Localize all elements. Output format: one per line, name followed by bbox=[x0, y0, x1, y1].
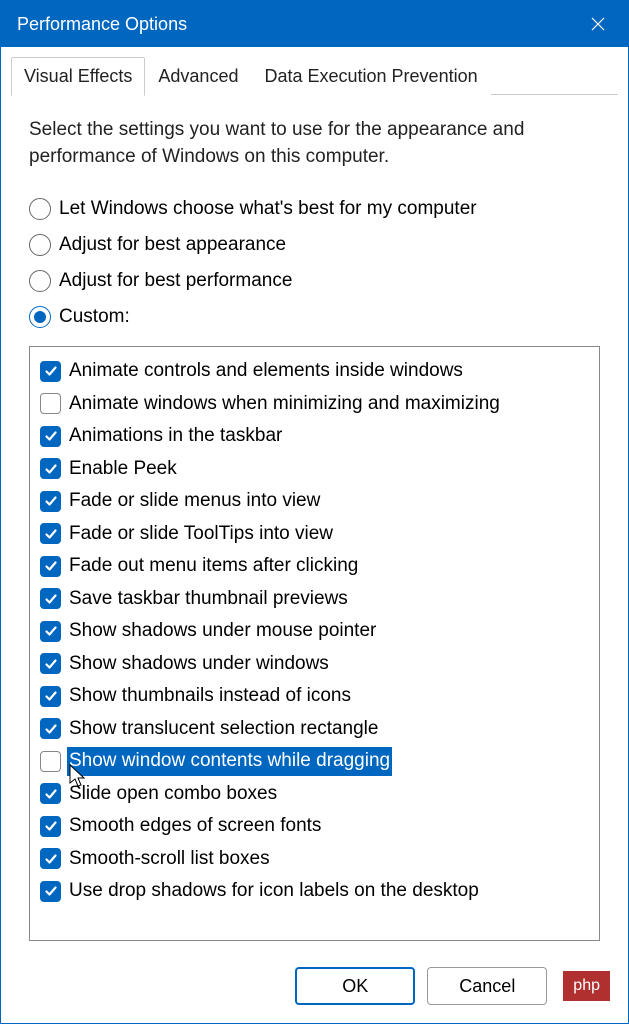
ok-button[interactable]: OK bbox=[295, 967, 415, 1005]
performance-options-window: Performance Options Visual EffectsAdvanc… bbox=[0, 0, 629, 1024]
checkbox-icon bbox=[40, 816, 61, 837]
checkbox-icon bbox=[40, 523, 61, 544]
checkbox-item[interactable]: Animate windows when minimizing and maxi… bbox=[40, 388, 589, 421]
checkbox-label: Animate controls and elements inside win… bbox=[67, 357, 465, 386]
checkbox-icon bbox=[40, 653, 61, 674]
cancel-button[interactable]: Cancel bbox=[427, 967, 547, 1005]
checkbox-icon bbox=[40, 458, 61, 479]
close-button[interactable] bbox=[568, 1, 628, 47]
checkbox-item[interactable]: Smooth-scroll list boxes bbox=[40, 843, 589, 876]
titlebar: Performance Options bbox=[1, 1, 628, 47]
radio-icon bbox=[29, 234, 51, 256]
checkbox-icon bbox=[40, 361, 61, 382]
checkbox-item[interactable]: Show translucent selection rectangle bbox=[40, 713, 589, 746]
radio-icon bbox=[29, 306, 51, 328]
checkbox-label: Show window contents while dragging bbox=[67, 747, 392, 776]
description-text: Select the settings you want to use for … bbox=[29, 117, 600, 170]
checkbox-label: Animate windows when minimizing and maxi… bbox=[67, 390, 502, 419]
checkbox-item[interactable]: Fade or slide ToolTips into view bbox=[40, 518, 589, 551]
checkbox-label: Use drop shadows for icon labels on the … bbox=[67, 877, 481, 906]
radio-icon bbox=[29, 198, 51, 220]
checkbox-icon bbox=[40, 426, 61, 447]
checkbox-item[interactable]: Slide open combo boxes bbox=[40, 778, 589, 811]
radio-option[interactable]: Adjust for best appearance bbox=[29, 234, 600, 256]
checkbox-label: Show translucent selection rectangle bbox=[67, 715, 380, 744]
checkbox-item[interactable]: Enable Peek bbox=[40, 453, 589, 486]
radio-option[interactable]: Adjust for best performance bbox=[29, 270, 600, 292]
checkbox-item[interactable]: Animations in the taskbar bbox=[40, 420, 589, 453]
radio-label: Custom: bbox=[59, 306, 130, 328]
checkbox-label: Fade or slide ToolTips into view bbox=[67, 520, 335, 549]
checkbox-item[interactable]: Use drop shadows for icon labels on the … bbox=[40, 875, 589, 908]
checkbox-item[interactable]: Show shadows under windows bbox=[40, 648, 589, 681]
radio-group: Let Windows choose what's best for my co… bbox=[29, 198, 600, 328]
checkbox-label: Show shadows under mouse pointer bbox=[67, 617, 378, 646]
checkbox-icon bbox=[40, 686, 61, 707]
checkbox-label: Show shadows under windows bbox=[67, 650, 331, 679]
checkbox-item[interactable]: Fade out menu items after clicking bbox=[40, 550, 589, 583]
checkbox-label: Smooth edges of screen fonts bbox=[67, 812, 323, 841]
checkbox-item[interactable]: Show shadows under mouse pointer bbox=[40, 615, 589, 648]
close-icon bbox=[590, 16, 606, 32]
checkbox-label: Fade or slide menus into view bbox=[67, 487, 322, 516]
checkbox-label: Animations in the taskbar bbox=[67, 422, 284, 451]
checkbox-item[interactable]: Show thumbnails instead of icons bbox=[40, 680, 589, 713]
checkbox-icon bbox=[40, 588, 61, 609]
checkbox-item[interactable]: Save taskbar thumbnail previews bbox=[40, 583, 589, 616]
window-title: Performance Options bbox=[17, 14, 187, 35]
checkbox-item[interactable]: Animate controls and elements inside win… bbox=[40, 355, 589, 388]
radio-option[interactable]: Custom: bbox=[29, 306, 600, 328]
radio-label: Adjust for best performance bbox=[59, 270, 292, 292]
tab-data-execution-prevention[interactable]: Data Execution Prevention bbox=[251, 57, 490, 95]
dialog-buttons: OK Cancel php bbox=[1, 951, 628, 1023]
checkbox-icon bbox=[40, 751, 61, 772]
checkbox-item[interactable]: Fade or slide menus into view bbox=[40, 485, 589, 518]
checkbox-label: Show thumbnails instead of icons bbox=[67, 682, 353, 711]
watermark-badge: php bbox=[563, 971, 610, 1001]
tab-content: Select the settings you want to use for … bbox=[1, 95, 628, 951]
checkbox-item[interactable]: Smooth edges of screen fonts bbox=[40, 810, 589, 843]
checkbox-icon bbox=[40, 491, 61, 512]
checkbox-icon bbox=[40, 881, 61, 902]
radio-icon bbox=[29, 270, 51, 292]
radio-option[interactable]: Let Windows choose what's best for my co… bbox=[29, 198, 600, 220]
checkbox-icon bbox=[40, 848, 61, 869]
checkbox-label: Smooth-scroll list boxes bbox=[67, 845, 272, 874]
checkbox-icon bbox=[40, 783, 61, 804]
checkbox-item[interactable]: Show window contents while dragging bbox=[40, 745, 589, 778]
checkbox-icon bbox=[40, 393, 61, 414]
tab-strip: Visual EffectsAdvancedData Execution Pre… bbox=[1, 47, 628, 95]
radio-label: Let Windows choose what's best for my co… bbox=[59, 198, 477, 220]
tab-advanced[interactable]: Advanced bbox=[145, 57, 251, 95]
checkbox-label: Slide open combo boxes bbox=[67, 780, 279, 809]
checkbox-label: Save taskbar thumbnail previews bbox=[67, 585, 350, 614]
checkbox-icon bbox=[40, 556, 61, 577]
checkbox-label: Enable Peek bbox=[67, 455, 179, 484]
visual-effects-list[interactable]: Animate controls and elements inside win… bbox=[29, 346, 600, 941]
checkbox-label: Fade out menu items after clicking bbox=[67, 552, 360, 581]
checkbox-icon bbox=[40, 621, 61, 642]
tab-visual-effects[interactable]: Visual Effects bbox=[11, 57, 145, 96]
checkbox-icon bbox=[40, 718, 61, 739]
radio-label: Adjust for best appearance bbox=[59, 234, 286, 256]
